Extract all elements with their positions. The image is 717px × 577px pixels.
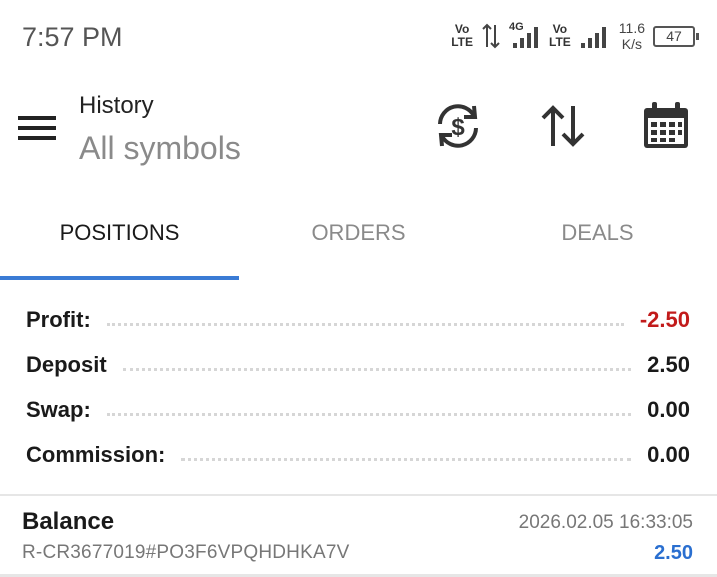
app-bar: History All symbols $	[0, 72, 717, 184]
currency-exchange-icon[interactable]: $	[430, 98, 486, 154]
profit-row: Profit: -2.50	[26, 300, 690, 340]
commission-label: Commission:	[26, 442, 166, 467]
deal-comment: R-CR3677019#PO3F6VPQHDHKA7V	[22, 542, 350, 563]
commission-row: Commission: 0.00	[26, 435, 690, 475]
volte-icon: Vo LTE	[451, 22, 473, 49]
status-time: 7:57 PM	[22, 22, 123, 52]
active-tab-indicator	[0, 276, 239, 280]
menu-icon[interactable]	[18, 114, 56, 142]
commission-value: 0.00	[647, 442, 690, 467]
dot-leader	[122, 367, 632, 371]
tab-orders[interactable]: ORDERS	[239, 206, 478, 280]
deposit-value: 2.50	[647, 352, 690, 377]
deal-time: 2026.02.05 16:33:05	[518, 512, 693, 533]
swap-row: Swap: 0.00	[26, 390, 690, 430]
sort-icon[interactable]	[535, 98, 591, 154]
data-arrows-icon	[482, 23, 500, 49]
page-title: History	[79, 92, 154, 119]
profit-value: -2.50	[639, 307, 690, 332]
deal-type: Balance	[22, 508, 115, 535]
signal-4g-icon: 4G	[509, 21, 541, 49]
status-icons: Vo LTE 4G Vo LTE 11.6 K/s 47	[451, 20, 699, 52]
deposit-label: Deposit	[26, 352, 107, 377]
signal-icon	[580, 27, 606, 48]
dot-leader	[106, 322, 624, 326]
battery-icon: 47	[653, 25, 699, 47]
speed-unit: K/s	[621, 36, 642, 52]
deposit-row: Deposit 2.50	[26, 345, 690, 385]
network-speed: 11.6 K/s	[619, 20, 645, 52]
volte-icon-2: Vo LTE	[549, 22, 571, 49]
swap-label: Swap:	[26, 397, 91, 422]
profit-label: Profit:	[26, 307, 91, 332]
dot-leader	[181, 457, 632, 461]
history-tabs: POSITIONS ORDERS DEALS	[0, 206, 717, 280]
status-bar: 7:57 PM Vo LTE 4G Vo LTE 11.6 K/s 47	[0, 0, 717, 72]
deal-row[interactable]: Balance R-CR3677019#PO3F6VPQHDHKA7V 2026…	[0, 496, 717, 577]
calendar-icon[interactable]	[638, 98, 694, 154]
svg-text:$: $	[451, 114, 465, 141]
dot-leader	[106, 412, 632, 416]
tab-positions[interactable]: POSITIONS	[0, 206, 239, 280]
tab-deals[interactable]: DEALS	[478, 206, 717, 280]
deal-amount: 2.50	[654, 542, 693, 564]
symbol-filter[interactable]: All symbols	[79, 130, 241, 167]
speed-value: 11.6	[618, 20, 645, 36]
swap-value: 0.00	[647, 397, 690, 422]
